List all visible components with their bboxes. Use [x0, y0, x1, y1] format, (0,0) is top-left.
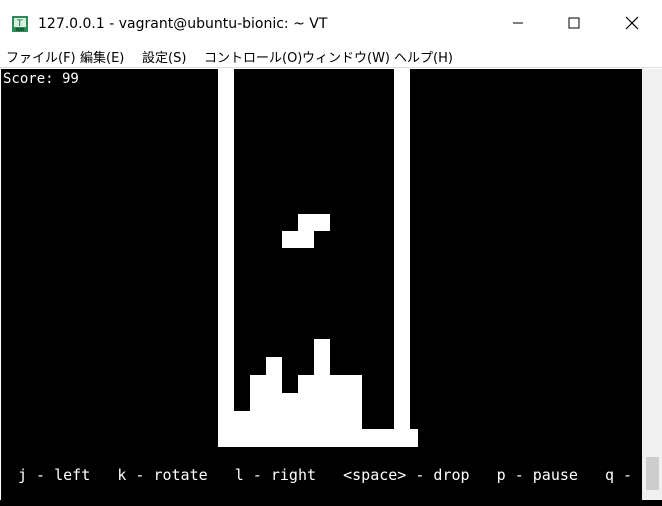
- title-bar[interactable]: T 127.0.0.1 - vagrant@ubuntu-bionic: ~ V…: [0, 0, 662, 46]
- maximize-button[interactable]: [546, 0, 602, 46]
- stack-block: [250, 375, 266, 429]
- minimize-button[interactable]: [490, 0, 546, 46]
- vertical-scrollbar[interactable]: [642, 69, 662, 506]
- stack-block: [282, 393, 298, 429]
- menu-file[interactable]: ファイル(F): [6, 47, 76, 66]
- controls-help-text: j - left k - rotate l - right <space> - …: [18, 466, 642, 484]
- stack-block: [266, 357, 282, 429]
- playfield-right-wall: [394, 69, 410, 447]
- menu-window[interactable]: ウィンドウ(W): [302, 47, 390, 66]
- menu-bar: ファイル(F) 編集(E) 設定(S) コントロール(O) ウィンドウ(W) ヘ…: [0, 46, 662, 68]
- terminal-screen[interactable]: Score: 99 j - left k - rotate l - right …: [1, 69, 642, 506]
- falling-piece-bottom: [282, 231, 314, 248]
- score-text: Score: 99: [3, 71, 79, 87]
- stack-block: [298, 375, 314, 429]
- stack-block: [330, 375, 362, 429]
- maximize-icon: [568, 17, 580, 29]
- svg-text:T: T: [16, 19, 23, 29]
- window-title: 127.0.0.1 - vagrant@ubuntu-bionic: ~ VT: [38, 16, 328, 32]
- close-button[interactable]: [604, 0, 660, 46]
- scrollbar-thumb[interactable]: [646, 457, 659, 490]
- terminal-icon: T: [12, 16, 28, 32]
- falling-piece-top: [298, 214, 330, 231]
- minimize-icon: [513, 22, 523, 24]
- menu-setup[interactable]: 設定(S): [142, 47, 186, 66]
- stack-block: [314, 339, 330, 429]
- menu-edit[interactable]: 編集(E): [80, 47, 124, 66]
- close-icon: [625, 16, 639, 30]
- menu-help[interactable]: ヘルプ(H): [394, 47, 453, 66]
- playfield-left-wall: [218, 69, 234, 447]
- menu-control[interactable]: コントロール(O): [204, 47, 302, 66]
- window-bottom-edge: [0, 500, 662, 506]
- stack-block: [234, 411, 250, 429]
- playfield-floor: [218, 429, 418, 447]
